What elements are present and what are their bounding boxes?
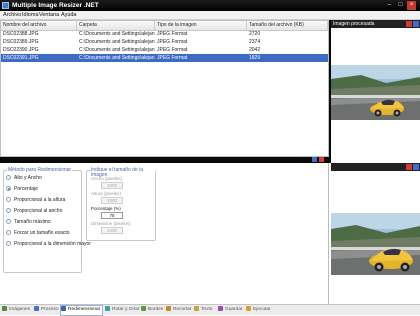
tab-texto[interactable]: Texto — [194, 306, 212, 314]
column-header-type[interactable]: Tipo de la imagen — [155, 21, 247, 30]
menu-idioma[interactable]: Idioma — [22, 12, 39, 19]
file-row-selected[interactable]: DSC02391.JPG C:\Documents and Settings\a… — [1, 54, 328, 62]
radio-selected-icon — [6, 186, 11, 191]
images-icon — [2, 306, 7, 311]
tab-proceso[interactable]: Proceso — [34, 306, 59, 314]
tab-redimensionar[interactable]: Redimensionar — [60, 305, 104, 316]
run-icon — [246, 306, 251, 311]
radio-dimension-mayor[interactable]: Proporcional a la dimensión mayor — [6, 240, 91, 248]
text-icon — [194, 306, 199, 311]
save-icon — [218, 306, 223, 311]
panel-close-icon[interactable] — [413, 21, 419, 27]
radio-icon — [6, 241, 11, 246]
resize-options-panel: Método para Redimensionar Alto y Ancho P… — [0, 163, 329, 304]
percent-label: Porcentaje (%) — [91, 206, 121, 211]
float-icon[interactable] — [406, 21, 412, 27]
tab-imagenes[interactable]: Imágenes — [2, 306, 30, 314]
menu-ventana[interactable]: Ventana — [39, 12, 59, 19]
image-size-group: Indique el tamaño de la imagen Ancho (pi… — [86, 168, 156, 241]
crop-icon — [166, 306, 171, 311]
processed-image-panel: Imagen procesada — [331, 20, 420, 163]
bottom-tab-bar: Imágenes Proceso Redimensionar Rotar y G… — [0, 304, 420, 316]
minimize-button[interactable]: – — [385, 1, 394, 10]
column-header-folder[interactable]: Carpeta — [77, 21, 155, 30]
dimension-label: Dimensión (pixeles) — [91, 221, 131, 226]
tab-guardar[interactable]: Guardar — [218, 306, 243, 314]
resize-icon — [61, 306, 66, 311]
menu-archivo[interactable]: Archivo — [3, 12, 21, 19]
title-bar: Multiple Image Resizer .NET – □ × — [0, 0, 420, 11]
resize-method-title: Método para Redimensionar — [7, 167, 73, 173]
file-folder: C:\Documents and Settings\alejan... — [79, 55, 155, 61]
file-type: JPEG Format — [157, 31, 188, 37]
file-type: JPEG Format — [157, 39, 188, 45]
file-row[interactable]: DSC02390.JPG C:\Documents and Settings\a… — [1, 46, 328, 54]
tab-recortar[interactable]: Recortar — [166, 306, 191, 314]
file-name: DSC02389.JPG — [3, 39, 39, 45]
borders-icon — [141, 306, 146, 311]
dimension-input[interactable]: 1000 — [101, 227, 123, 234]
rotate-icon — [105, 306, 110, 311]
radio-icon — [6, 208, 11, 213]
file-name: DSC02391.JPG — [3, 55, 39, 61]
original-image-header — [331, 163, 420, 171]
app-icon — [2, 2, 9, 9]
file-name: DSC02388.JPG — [3, 31, 39, 37]
float-icon[interactable] — [406, 164, 412, 170]
file-name: DSC02390.JPG — [3, 47, 39, 53]
resize-method-group: Método para Redimensionar Alto y Ancho P… — [3, 167, 91, 273]
processed-image — [331, 65, 420, 120]
menu-ayuda[interactable]: Ayuda — [61, 12, 77, 19]
original-image — [331, 213, 420, 275]
close-button[interactable]: × — [407, 1, 416, 10]
height-input[interactable]: 1000 — [101, 197, 123, 204]
tab-bordes[interactable]: Bordes — [141, 306, 163, 314]
tab-ejecutar[interactable]: Ejecutar — [246, 306, 271, 314]
original-image-panel — [331, 163, 420, 304]
file-row[interactable]: DSC02388.JPG C:\Documents and Settings\a… — [1, 30, 328, 38]
radio-icon — [6, 197, 11, 202]
processed-image-header: Imagen procesada — [331, 20, 420, 28]
column-header-size[interactable]: Tamaño del archivo (KB) — [247, 21, 328, 30]
file-size: 2374 — [249, 39, 261, 45]
file-size: 2720 — [249, 31, 261, 37]
file-folder: C:\Documents and Settings\alejan... — [79, 47, 155, 53]
file-folder: C:\Documents and Settings\alejan... — [79, 31, 155, 37]
window-title: Multiple Image Resizer .NET — [12, 2, 99, 9]
file-type: JPEG Format — [157, 55, 188, 61]
percent-input[interactable]: 75 — [101, 212, 123, 219]
radio-icon — [6, 175, 11, 180]
processed-image-title: Imagen procesada — [333, 21, 375, 27]
dock-icon[interactable] — [312, 157, 317, 162]
panel-close-icon[interactable] — [319, 157, 324, 162]
file-type: JPEG Format — [157, 47, 188, 53]
file-folder: C:\Documents and Settings\alejan... — [79, 39, 155, 45]
radio-proporcional-altura[interactable]: Proporcional a la altura — [6, 196, 65, 204]
maximize-button[interactable]: □ — [396, 1, 405, 10]
radio-forzar-tamano[interactable]: Forzar un tamaño exacto — [6, 229, 70, 237]
radio-proporcional-ancho[interactable]: Proporcional al ancho — [6, 207, 62, 215]
height-label: Altura (pixeles) — [91, 191, 122, 196]
radio-tamano-maximo[interactable]: Tamaño máximo — [6, 218, 51, 226]
file-size: 2042 — [249, 47, 261, 53]
column-header-name[interactable]: Nombre del archivo — [1, 21, 77, 30]
process-icon — [34, 306, 39, 311]
file-row[interactable]: DSC02389.JPG C:\Documents and Settings\a… — [1, 38, 328, 46]
radio-icon — [6, 219, 11, 224]
tab-rotar-girar[interactable]: Rotar y Girar — [105, 306, 139, 314]
menu-bar: Archivo Idioma Ventana Ayuda — [0, 11, 420, 20]
radio-porcentaje[interactable]: Porcentaje — [6, 185, 38, 193]
panel-close-icon[interactable] — [413, 164, 419, 170]
width-input[interactable]: 1000 — [101, 182, 123, 189]
file-list: Nombre del archivo Carpeta Tipo de la im… — [0, 20, 329, 157]
file-size: 1829 — [249, 55, 261, 61]
radio-icon — [6, 230, 11, 235]
radio-alto-ancho[interactable]: Alto y Ancho — [6, 174, 42, 182]
width-label: Ancho (pixeles) — [91, 176, 123, 181]
